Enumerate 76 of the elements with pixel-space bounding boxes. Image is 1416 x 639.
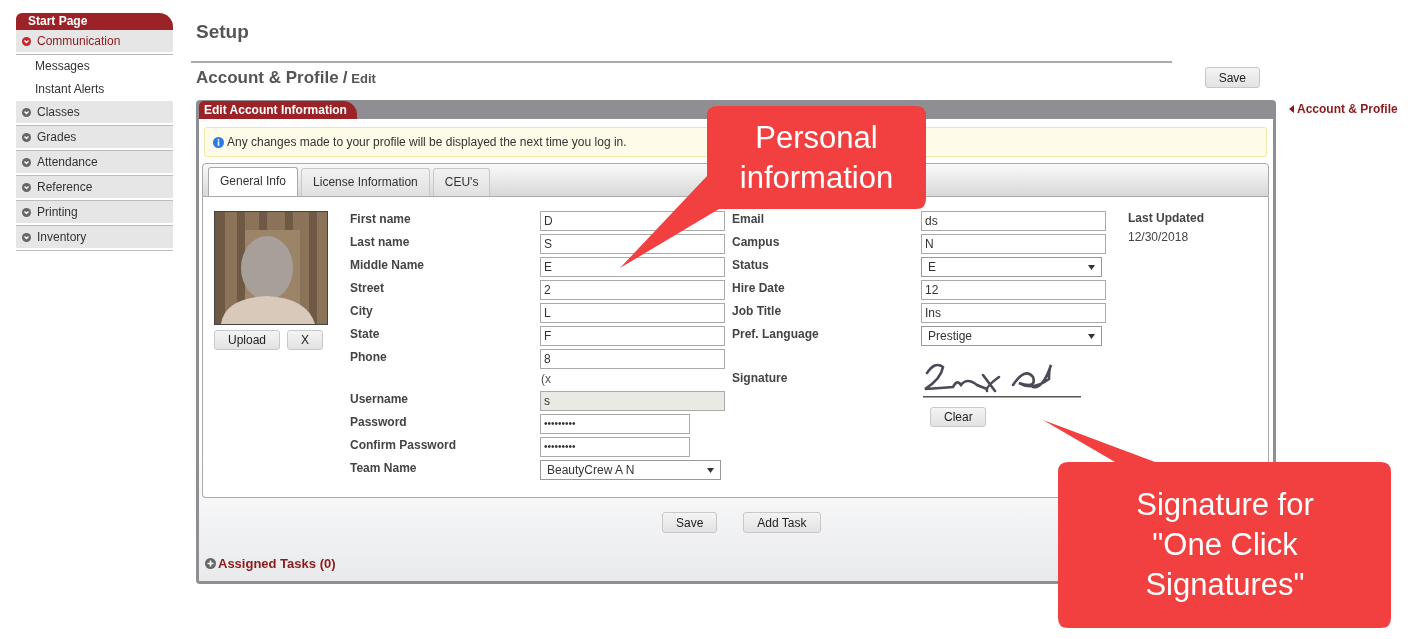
field-label: First name xyxy=(350,211,412,228)
save-button[interactable]: Save xyxy=(1204,67,1260,88)
field-label: Job Title xyxy=(732,303,783,320)
input-field[interactable]: 8 xyxy=(540,349,725,369)
field-label: City xyxy=(350,303,374,320)
sidebar-subitem[interactable]: Messages xyxy=(16,55,173,78)
triangle-icon xyxy=(1289,105,1294,113)
save-button[interactable]: Save xyxy=(662,512,718,533)
field-text: (x xyxy=(540,371,552,388)
bullet-icon xyxy=(22,182,31,192)
bullet-icon xyxy=(22,132,31,142)
dropdown[interactable]: E xyxy=(921,257,1102,277)
bullet-icon xyxy=(22,207,31,217)
field-label: Street xyxy=(350,280,385,297)
sidebar-item[interactable]: Inventory xyxy=(16,226,173,250)
page-title: Setup xyxy=(196,20,250,44)
input-field[interactable]: N xyxy=(921,234,1106,254)
field-label: Phone xyxy=(350,349,388,366)
sidebar-item[interactable]: Reference xyxy=(16,176,173,200)
input-field[interactable]: Ins xyxy=(921,303,1106,323)
field-label: Email xyxy=(732,211,765,228)
bullet-icon xyxy=(22,157,31,167)
info-icon xyxy=(213,136,224,148)
field-label: State xyxy=(350,326,381,343)
back-link[interactable]: Account & Profile xyxy=(1289,102,1398,116)
input-field[interactable]: ds xyxy=(921,211,1106,231)
field-label: Team Name xyxy=(350,460,418,477)
input-field[interactable]: E xyxy=(540,257,725,277)
notice-text: Any changes made to your profile will be displayed the next time you log in. xyxy=(227,135,627,149)
field-label: Signature xyxy=(732,370,789,387)
input-field[interactable]: 12 xyxy=(921,280,1106,300)
field-label: Hire Date xyxy=(732,280,786,297)
bullet-icon xyxy=(22,36,31,46)
sidebar-item[interactable]: Printing xyxy=(16,201,173,225)
sidebar-item[interactable]: Attendance xyxy=(16,151,173,175)
field-label: Username xyxy=(350,391,410,408)
input-field[interactable]: S xyxy=(540,234,725,254)
caret-icon xyxy=(1088,333,1095,339)
upload-button[interactable]: Upload xyxy=(214,330,281,350)
field-label: Confirm Password xyxy=(350,437,458,454)
bullet-icon xyxy=(22,107,31,117)
password-field[interactable]: ••••••••• xyxy=(540,437,690,457)
field-label: Middle Name xyxy=(350,257,425,274)
caret-icon xyxy=(707,467,714,473)
add-task-button[interactable]: Add Task xyxy=(743,512,821,533)
remove-button[interactable]: X xyxy=(287,330,324,350)
sidebar-item[interactable]: Grades xyxy=(16,126,173,150)
dropdown[interactable]: BeautyCrew A N xyxy=(540,460,721,480)
tab[interactable]: General Info xyxy=(208,167,299,196)
input-field[interactable]: s xyxy=(540,391,725,411)
expand-icon xyxy=(205,558,216,569)
clear-button[interactable]: Clear xyxy=(930,407,986,427)
field-label: Status xyxy=(732,257,770,274)
sidebar-header: Start Page xyxy=(16,13,173,30)
input-field[interactable]: 2 xyxy=(540,280,725,300)
breadcrumb-subheading: Edit xyxy=(351,71,376,86)
field-label: Last Updated xyxy=(1128,211,1204,225)
field-value: 12/30/2018 xyxy=(1128,230,1190,244)
assigned-tasks-link[interactable]: Assigned Tasks (0) xyxy=(218,556,336,571)
field-label: Password xyxy=(350,414,408,431)
field-label: Campus xyxy=(732,234,781,251)
field-label: Last name xyxy=(350,234,411,251)
dropdown[interactable]: Prestige xyxy=(921,326,1102,346)
bullet-icon xyxy=(22,232,31,242)
sidebar-item[interactable]: Classes xyxy=(16,101,173,125)
input-field[interactable]: L xyxy=(540,303,725,323)
password-field[interactable]: ••••••••• xyxy=(540,414,690,434)
input-field[interactable]: F xyxy=(540,326,725,346)
tab[interactable]: License Information xyxy=(301,168,430,196)
sidebar-subitem[interactable]: Instant Alerts xyxy=(16,78,173,101)
section-heading: Account & Profile xyxy=(196,68,339,87)
sidebar-item[interactable]: Communication xyxy=(16,30,173,54)
tab[interactable]: CEU's xyxy=(432,168,491,196)
caret-icon xyxy=(1088,264,1095,270)
breadcrumb-separator: / xyxy=(342,68,348,87)
field-label: Pref. Language xyxy=(732,326,820,343)
